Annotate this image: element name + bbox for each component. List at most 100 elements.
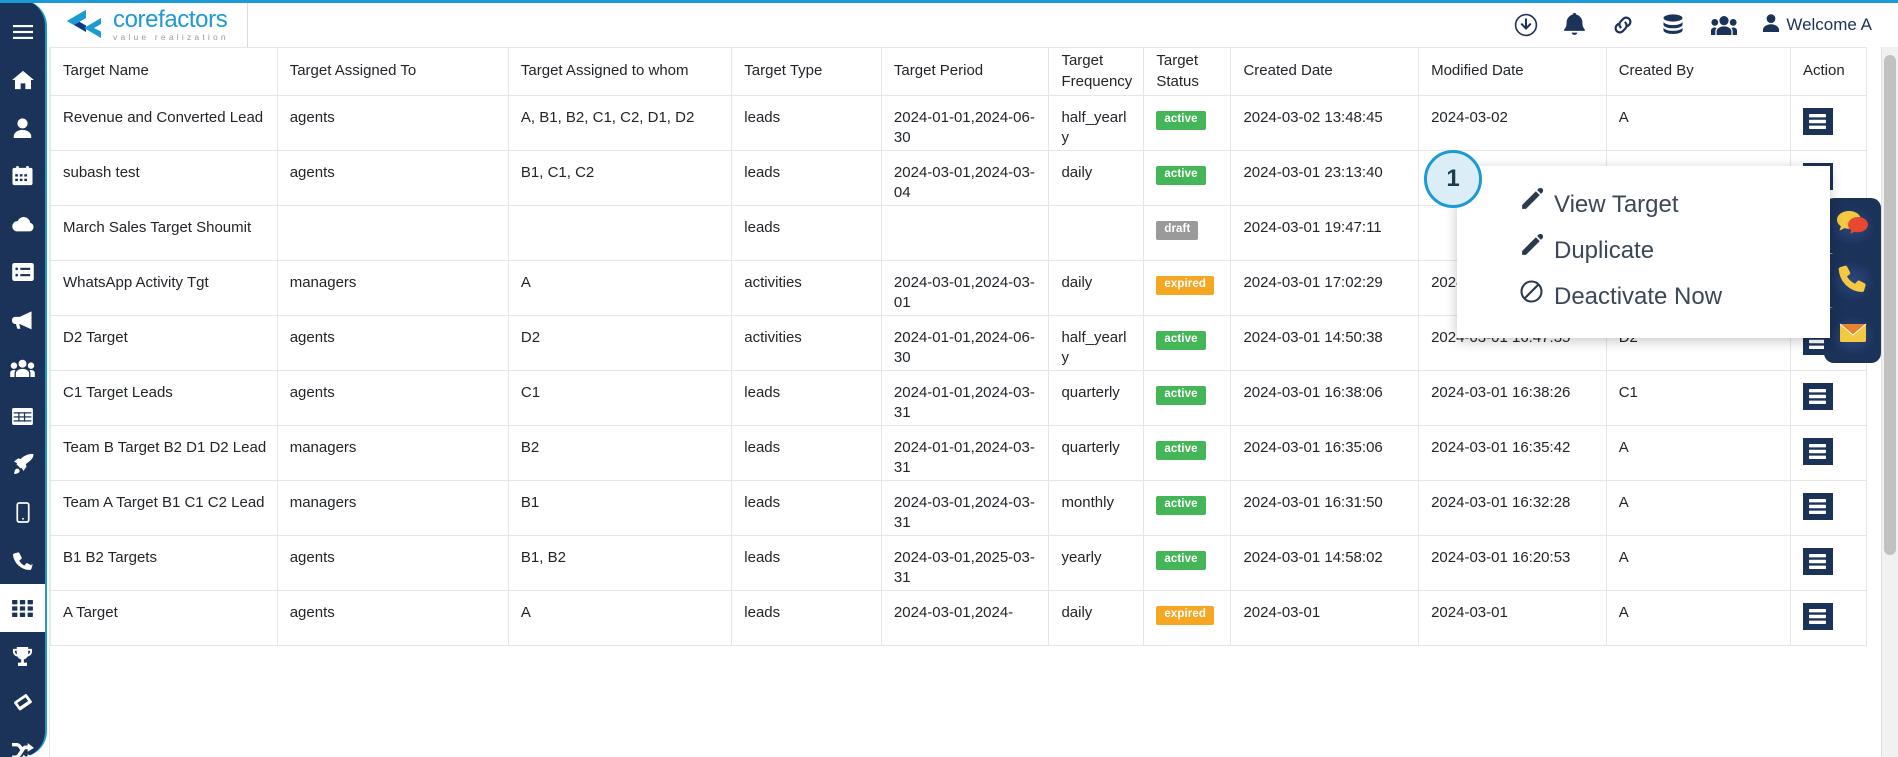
column-header-target-status[interactable]: Target Status <box>1143 47 1232 96</box>
column-header-created-date[interactable]: Created Date <box>1230 47 1420 96</box>
table-row[interactable]: A Target agents Aleads 2024-03-01,2024- dail… <box>50 590 1868 646</box>
table-row[interactable]: Revenue and Converted Lead agents A, B1, B… <box>50 95 1868 151</box>
context-menu-item-view-target[interactable]: View Target <box>1457 182 1830 228</box>
row-action-button[interactable] <box>1802 548 1833 575</box>
list-rows-icon <box>1809 554 1827 569</box>
column-header-target-frequency[interactable]: Target Frequency <box>1048 47 1145 96</box>
sidebar-item-teams[interactable] <box>0 344 45 392</box>
megaphone-icon <box>11 310 34 330</box>
welcome-user[interactable]: Welcome A <box>1763 13 1872 37</box>
cell-target-assigned-whom: A <box>507 590 733 646</box>
step-badge: 1 <box>1424 150 1482 208</box>
column-header-created-by[interactable]: Created By <box>1605 47 1791 96</box>
cell-target-status: active <box>1143 150 1232 206</box>
cell-target-frequency: yearly <box>1048 535 1145 591</box>
vertical-scrollbar[interactable] <box>1881 47 1898 757</box>
sidebar-item-launch[interactable] <box>0 440 45 488</box>
cell-target-period: 2024-01-01,2024-06-30 <box>880 315 1050 371</box>
sidebar-item-menu-toggle[interactable] <box>0 8 45 56</box>
sidebar-item-targets[interactable] <box>0 584 45 632</box>
home-icon <box>11 70 34 90</box>
row-action-button[interactable] <box>1802 493 1833 520</box>
row-action-button[interactable] <box>1802 603 1833 630</box>
context-menu-item-label: Duplicate <box>1554 237 1655 264</box>
cell-target-assigned-to: agents <box>276 535 509 591</box>
sidebar-item-home[interactable] <box>0 56 45 104</box>
scroll-gutter <box>1870 47 1881 757</box>
column-header-target-assigned-to[interactable]: Target Assigned To <box>276 47 509 96</box>
floating-chat-button[interactable] <box>1824 198 1881 253</box>
table-row[interactable]: Team B Target B2 D1 D2 Lead managers B2 lea… <box>50 425 1868 481</box>
table-row[interactable]: C1 Target Leads agents C1 leads 2024-01-01,2… <box>50 370 1868 426</box>
sidebar-item-forms[interactable] <box>0 248 45 296</box>
cell-target-frequency: half_yearly <box>1048 315 1145 371</box>
sidebar-item-campaigns[interactable] <box>0 296 45 344</box>
sidebar-item-contacts[interactable] <box>0 104 45 152</box>
sidebar-item-achievements[interactable] <box>0 632 45 680</box>
cell-target-assigned-whom <box>507 205 733 261</box>
users-group-icon[interactable] <box>1711 15 1738 36</box>
cell-target-type: leads <box>731 480 882 536</box>
cell-created-date: 2024-03-01 <box>1230 590 1420 646</box>
table-row[interactable]: Team A Target B1 C1 C2 Lead managers B1 lea… <box>50 480 1868 536</box>
column-header-target-period[interactable]: Target Period <box>880 47 1050 96</box>
cell-target-period: 2024-03-01,2024-03-01 <box>880 260 1050 316</box>
column-header-target-name[interactable]: Target Name <box>50 47 278 96</box>
row-action-button[interactable] <box>1802 108 1833 135</box>
floating-email-button[interactable] <box>1824 308 1881 363</box>
welcome-label: Welcome A <box>1786 15 1872 34</box>
cell-target-period: 2024-03-01,2025-03-31 <box>880 535 1050 591</box>
sidebar-item-cloud[interactable] <box>0 200 45 248</box>
sidebar-item-calls[interactable] <box>0 536 45 584</box>
cell-modified-date: 2024-03-02 <box>1418 95 1607 151</box>
sidebar-item-mobile[interactable] <box>0 488 45 536</box>
cell-modified-date: 2024-03-01 16:32:28 <box>1418 480 1607 536</box>
brand-name: corefactors <box>113 6 228 34</box>
row-action-button[interactable] <box>1802 383 1833 410</box>
cell-target-status: active <box>1143 315 1232 371</box>
cell-action <box>1789 95 1868 151</box>
pencil-icon <box>1519 233 1544 269</box>
users-group-icon <box>10 359 35 377</box>
table-grid-icon <box>12 407 33 425</box>
column-header-modified-date[interactable]: Modified Date <box>1418 47 1607 96</box>
sidebar-item-workflows[interactable] <box>0 728 45 757</box>
row-action-context-menu[interactable]: View Target Duplicate Deactivate Now <box>1457 166 1830 338</box>
cell-target-assigned-to: agents <box>276 590 509 646</box>
status-badge: active <box>1156 331 1206 350</box>
context-menu-item-duplicate[interactable]: Duplicate <box>1457 228 1830 274</box>
top-header: corefactors value realization Welcome A <box>47 3 1898 47</box>
cell-target-type: leads <box>731 205 882 261</box>
row-action-button[interactable] <box>1802 438 1833 465</box>
cell-target-period: 2024-03-01,2024- <box>880 590 1050 646</box>
brand-logo[interactable]: corefactors value realization <box>57 3 248 47</box>
column-header-target-type[interactable]: Target Type <box>731 47 882 96</box>
column-header-target-assigned-to-whom[interactable]: Target Assigned to whom <box>507 47 733 96</box>
floating-call-button[interactable] <box>1824 253 1881 308</box>
link-chain-icon[interactable] <box>1611 15 1635 35</box>
cell-target-assigned-whom: D2 <box>507 315 733 371</box>
cell-created-date: 2024-03-01 16:38:06 <box>1230 370 1420 426</box>
scrollbar-thumb[interactable] <box>1884 55 1896 555</box>
sidebar-item-reports[interactable] <box>0 392 45 440</box>
cell-target-assigned-to: agents <box>276 150 509 206</box>
cell-target-assigned-to: managers <box>276 260 509 316</box>
download-circle-icon[interactable] <box>1514 13 1538 37</box>
list-box-icon <box>11 263 34 281</box>
table-row[interactable]: B1 B2 Targets agents B1, B2 leads 2024-03-01… <box>50 535 1868 591</box>
cell-target-period: 2024-01-01,2024-06-30 <box>880 95 1050 151</box>
cell-target-type: activities <box>731 315 882 371</box>
column-header-action[interactable]: Action <box>1789 47 1868 96</box>
sidebar-item-tickets[interactable] <box>0 680 45 728</box>
targets-table-container[interactable]: Target Name Target Assigned To Target As… <box>49 47 1878 757</box>
context-menu-item-deactivate-now[interactable]: Deactivate Now <box>1457 274 1830 320</box>
trophy-icon <box>12 646 33 667</box>
status-badge: active <box>1156 111 1206 130</box>
database-stack-icon[interactable] <box>1661 14 1685 36</box>
cell-created-date: 2024-03-01 14:50:38 <box>1230 315 1420 371</box>
cell-created-by: A <box>1605 590 1791 646</box>
cell-target-type: leads <box>731 95 882 151</box>
bell-icon[interactable] <box>1564 13 1586 37</box>
sidebar-item-calendar[interactable] <box>0 152 45 200</box>
cell-created-by: A <box>1605 480 1791 536</box>
